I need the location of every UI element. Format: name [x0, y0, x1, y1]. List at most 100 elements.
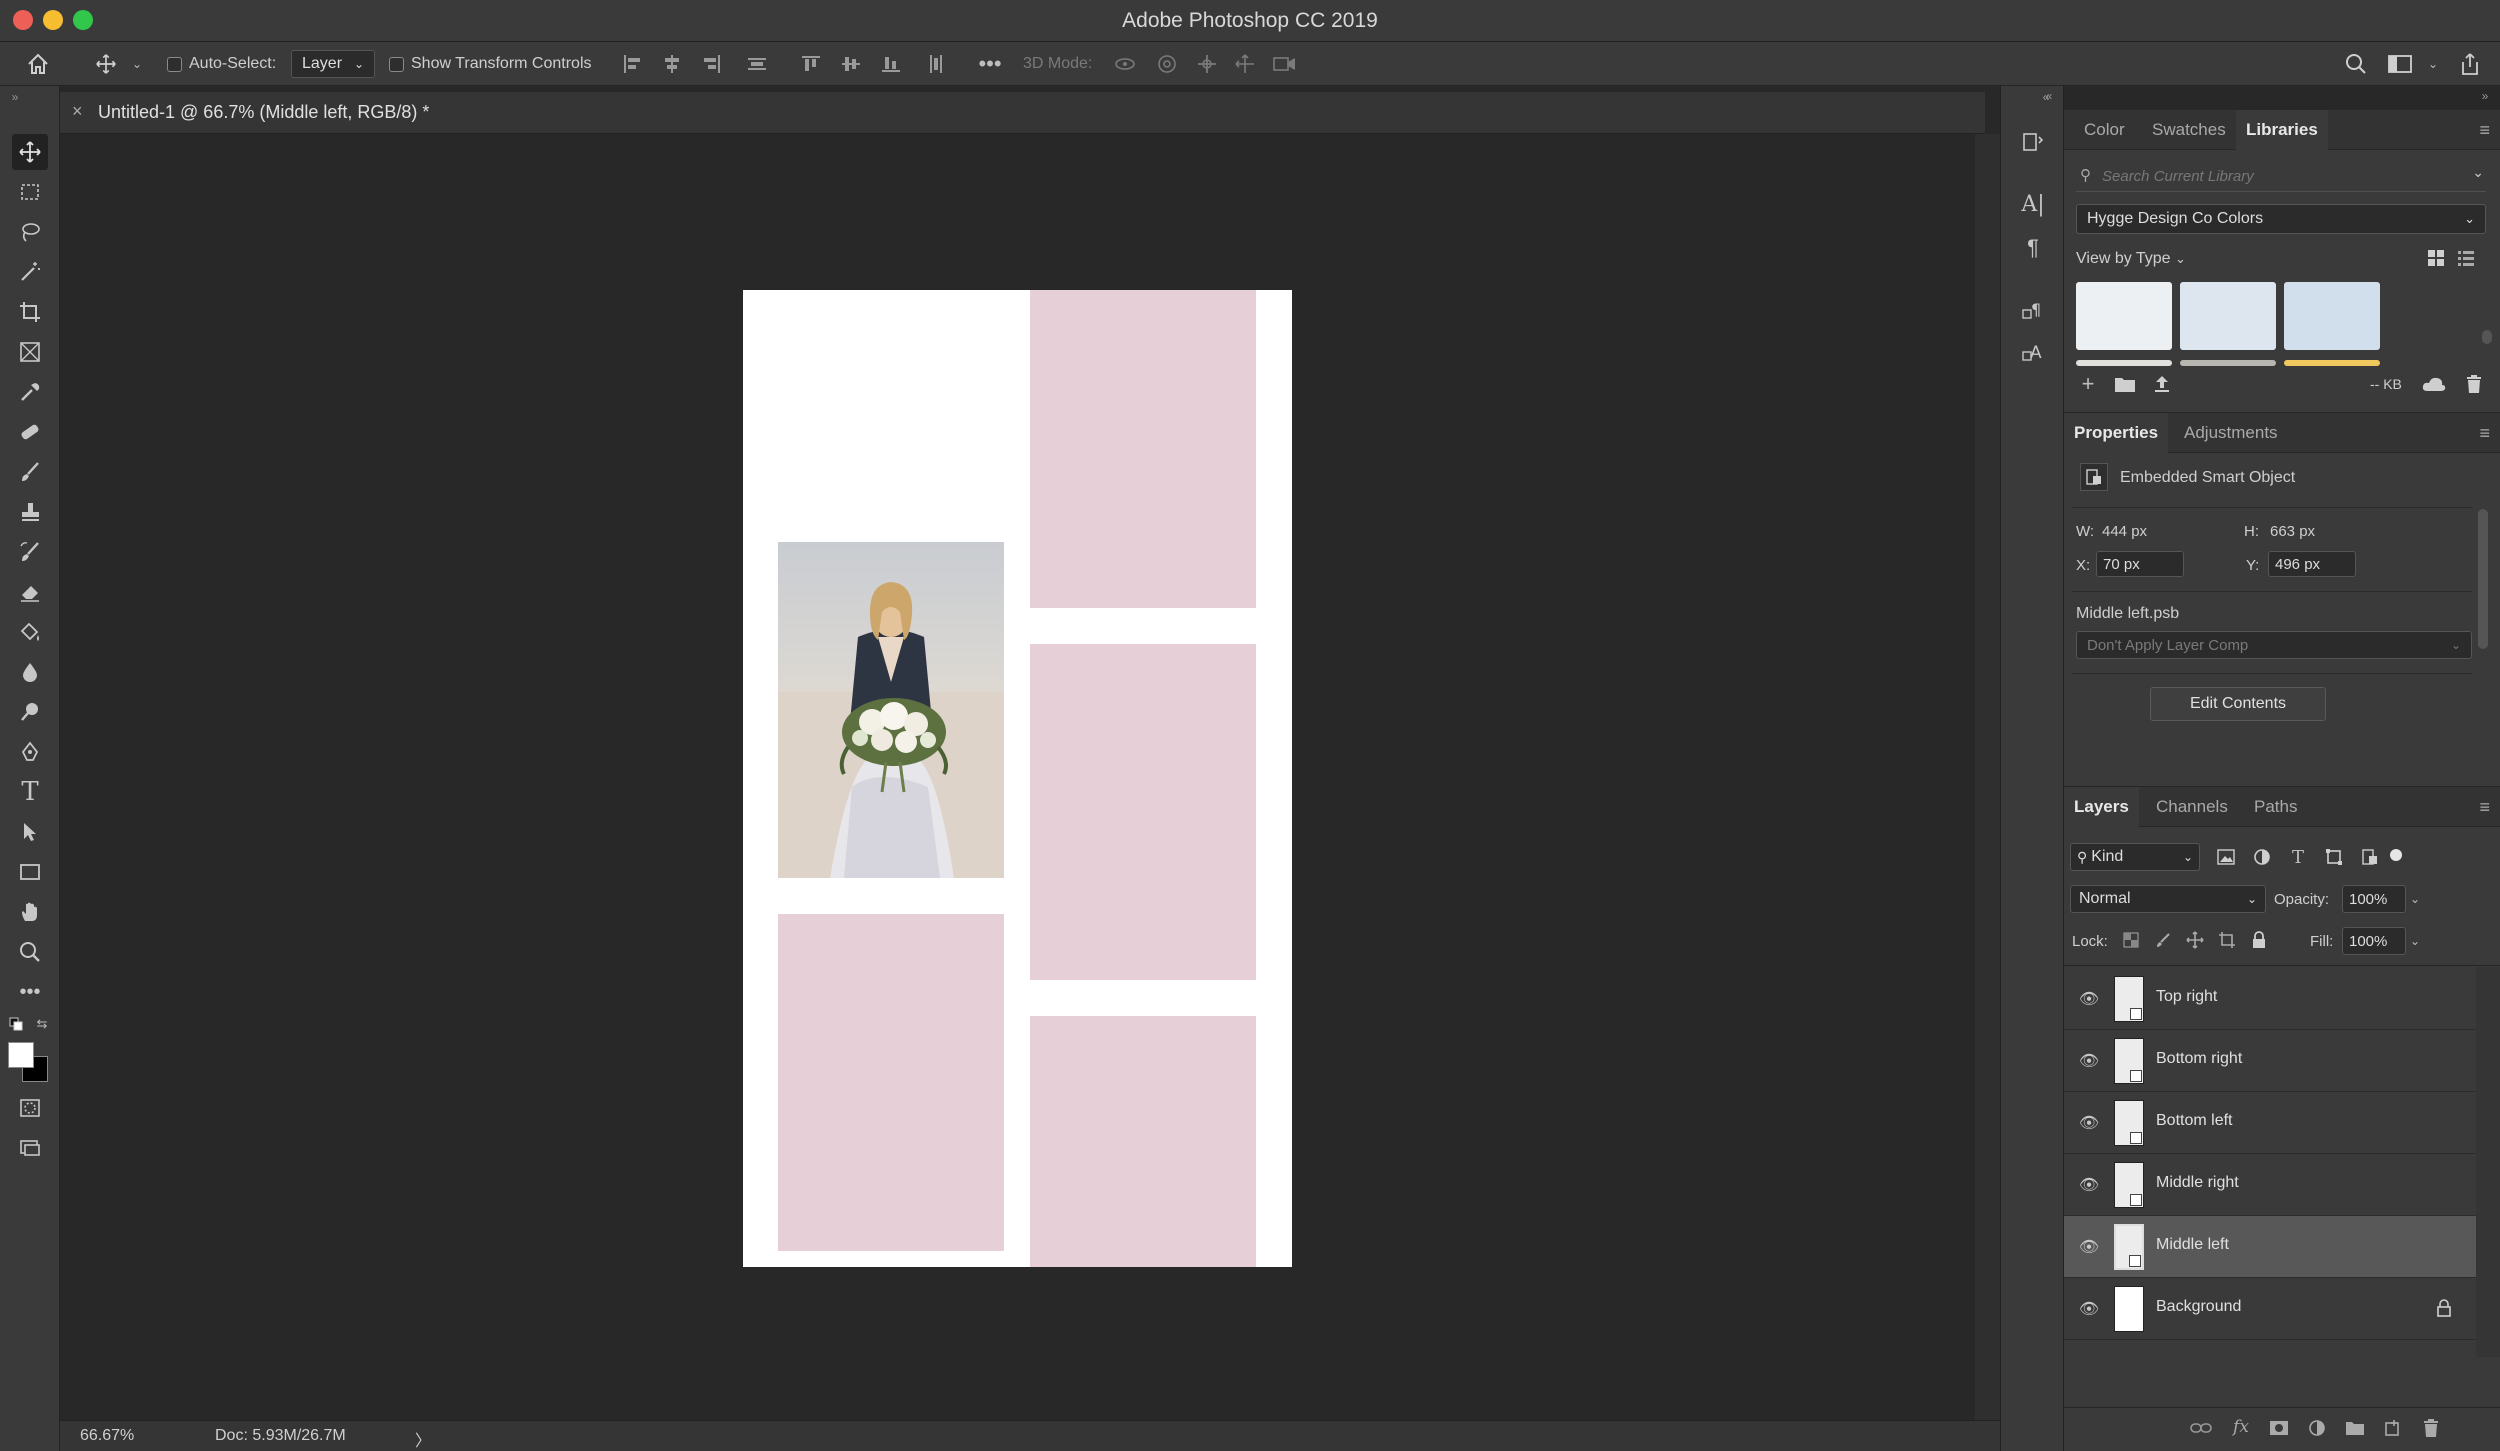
layer-name[interactable]: Middle left [2156, 1236, 2229, 1254]
character-styles-icon[interactable]: A [2017, 336, 2049, 368]
default-colors-icon[interactable] [8, 1016, 24, 1032]
close-document-icon[interactable]: × [72, 101, 83, 122]
lock-transparent-pixels-icon[interactable] [2120, 929, 2142, 951]
lock-artboard-icon[interactable] [2216, 929, 2238, 951]
tab-channels[interactable]: Channels [2146, 787, 2238, 827]
3d-orbit-icon[interactable] [1112, 52, 1138, 76]
layer-name[interactable]: Bottom right [2156, 1050, 2242, 1068]
3d-camera-icon[interactable] [1270, 52, 1300, 76]
auto-select-dropdown[interactable]: Layer ⌄ [291, 50, 375, 78]
collapse-right-icon[interactable]: » [2476, 89, 2494, 103]
zoom-tool-icon[interactable] [12, 934, 48, 970]
paragraph-panel-icon[interactable]: ¶ [2017, 232, 2049, 264]
tab-color[interactable]: Color [2074, 110, 2135, 150]
opacity-field[interactable]: 100% [2342, 885, 2406, 913]
frame-tool-icon[interactable] [12, 334, 48, 370]
blur-tool-icon[interactable] [12, 654, 48, 690]
edit-contents-button[interactable]: Edit Contents [2150, 687, 2326, 721]
tab-paths[interactable]: Paths [2244, 787, 2307, 827]
frame-bottom-right[interactable] [1030, 1016, 1256, 1267]
x-position-field[interactable]: 70 px [2096, 551, 2184, 577]
frame-top-right[interactable] [1030, 290, 1256, 608]
share-icon[interactable] [2456, 50, 2484, 78]
cloud-icon[interactable] [2420, 372, 2448, 396]
canvas-area[interactable] [60, 134, 1975, 1420]
library-search[interactable]: ⚲ Search Current Library ⌄ [2076, 162, 2486, 192]
chevron-down-icon[interactable]: ⌄ [2424, 54, 2442, 74]
layer-style-fx-icon[interactable]: fx [2228, 1415, 2254, 1439]
chevron-down-icon[interactable]: ⌄ [128, 54, 146, 74]
chevron-down-icon[interactable]: ⌄ [2406, 889, 2424, 909]
folder-icon[interactable] [2112, 372, 2138, 396]
y-position-field[interactable]: 496 px [2268, 551, 2356, 577]
visibility-eye-icon[interactable]: 👁 [2078, 1112, 2100, 1134]
workspace-icon[interactable] [2386, 51, 2414, 77]
photo-middle-left[interactable] [778, 542, 1004, 878]
type-tool-icon[interactable]: T [12, 774, 48, 810]
type-layer-filter-icon[interactable]: T [2286, 845, 2310, 869]
rectangle-tool-icon[interactable] [12, 854, 48, 890]
new-layer-icon[interactable] [2380, 1417, 2406, 1439]
fill-field[interactable]: 100% [2342, 927, 2406, 955]
swap-colors-icon[interactable]: ⇆ [34, 1016, 50, 1032]
auto-select-checkbox[interactable]: Auto-Select: [167, 42, 276, 86]
pen-tool-icon[interactable] [12, 734, 48, 770]
height-value[interactable]: 663 px [2270, 523, 2315, 540]
visibility-eye-icon[interactable]: 👁 [2078, 1298, 2100, 1320]
layer-filter-select[interactable]: ⚲ Kind ⌄ [2070, 843, 2200, 871]
marquee-tool-icon[interactable] [12, 174, 48, 210]
delete-layer-icon[interactable] [2418, 1417, 2444, 1439]
frame-middle-right[interactable] [1030, 644, 1256, 980]
tab-layers[interactable]: Layers [2064, 787, 2139, 827]
history-panel-icon[interactable] [2017, 126, 2049, 158]
search-icon[interactable] [2342, 51, 2370, 77]
distribute-vertical-icon[interactable] [745, 53, 769, 75]
add-element-icon[interactable]: + [2076, 371, 2100, 396]
paragraph-styles-icon[interactable]: ¶ [2017, 294, 2049, 326]
add-mask-icon[interactable] [2266, 1417, 2292, 1439]
pixel-layer-filter-icon[interactable] [2214, 845, 2238, 869]
library-swatch[interactable] [2284, 282, 2380, 350]
move-tool-preset-icon[interactable] [92, 50, 120, 78]
brush-tool-icon[interactable] [12, 454, 48, 490]
character-panel-icon[interactable]: A| [2017, 188, 2049, 220]
layer-row[interactable]: 👁 Middle left [2064, 1216, 2476, 1278]
eyedropper-tool-icon[interactable] [12, 374, 48, 410]
panel-menu-icon[interactable]: ≡ [2479, 423, 2490, 444]
blend-mode-select[interactable]: Normal ⌄ [2070, 885, 2266, 913]
collapse-left-icon[interactable]: « [2040, 89, 2058, 103]
show-transform-check[interactable] [389, 56, 404, 72]
layer-comp-select[interactable]: Don't Apply Layer Comp ⌄ [2076, 631, 2472, 659]
vertical-scroll-gutter[interactable] [1975, 134, 2000, 1420]
align-horizontal-centers-icon[interactable] [660, 53, 684, 75]
new-adjustment-layer-icon[interactable] [2304, 1417, 2330, 1439]
align-right-edges-icon[interactable] [700, 53, 724, 75]
clone-stamp-tool-icon[interactable] [12, 494, 48, 530]
quick-mask-icon[interactable] [12, 1090, 48, 1126]
align-bottom-edges-icon[interactable] [879, 53, 903, 75]
paint-bucket-tool-icon[interactable] [12, 614, 48, 650]
layer-row[interactable]: 👁 Top right [2064, 968, 2476, 1030]
edit-toolbar-icon[interactable]: ••• [12, 974, 48, 1010]
home-icon[interactable] [24, 50, 52, 78]
layer-row[interactable]: 👁 Bottom right [2064, 1030, 2476, 1092]
crop-tool-icon[interactable] [12, 294, 48, 330]
magic-wand-tool-icon[interactable] [12, 254, 48, 290]
3d-roll-icon[interactable] [1154, 52, 1180, 76]
library-select[interactable]: Hygge Design Co Colors ⌄ [2076, 204, 2486, 234]
align-left-edges-icon[interactable] [620, 53, 644, 75]
layer-name[interactable]: Top right [2156, 988, 2217, 1006]
tab-properties[interactable]: Properties [2064, 413, 2169, 453]
filter-toggle-icon[interactable] [2386, 845, 2406, 865]
view-by-type[interactable]: View by Type ⌄ [2076, 250, 2186, 268]
layer-name[interactable]: Bottom left [2156, 1112, 2232, 1130]
dodge-tool-icon[interactable] [12, 694, 48, 730]
adjustment-layer-filter-icon[interactable] [2250, 845, 2274, 869]
layer-row[interactable]: 👁 Bottom left [2064, 1092, 2476, 1154]
zoom-level[interactable]: 66.67% [80, 1427, 134, 1445]
collapse-panel-icon[interactable]: » [6, 90, 24, 104]
layer-row[interactable]: 👁 Background [2064, 1278, 2476, 1340]
library-scrollbar[interactable] [2482, 330, 2492, 344]
3d-slide-icon[interactable] [1232, 52, 1258, 76]
lock-icon[interactable] [2432, 1296, 2456, 1320]
